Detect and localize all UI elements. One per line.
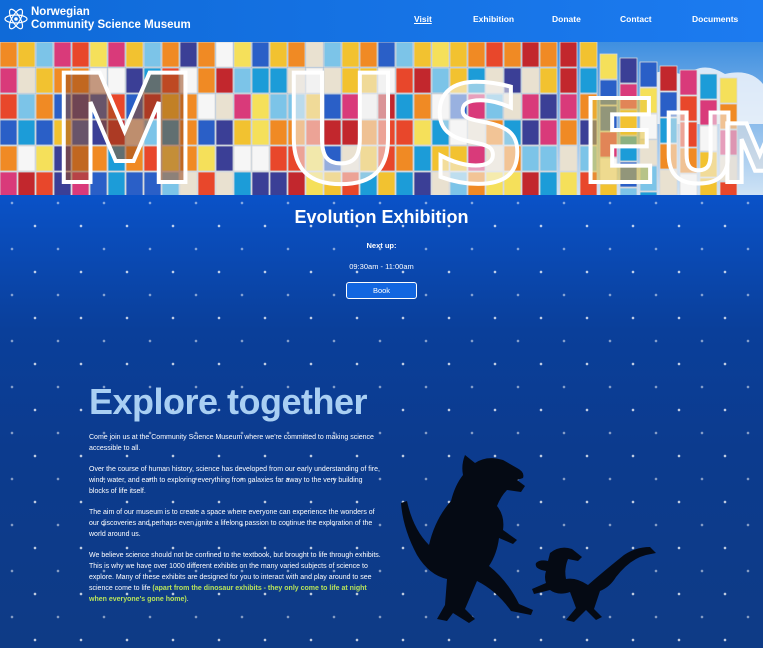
museum-sign-letter: E	[580, 76, 659, 195]
hero-museum-image: MUSEUM	[0, 42, 763, 195]
nav-link-contact[interactable]: Contact	[620, 14, 652, 24]
museum-sign-letter: U	[280, 44, 402, 195]
raptor-silhouette	[532, 547, 656, 622]
explore-paragraph-4: We believe science should not be confine…	[89, 550, 381, 605]
t-rex-silhouette	[401, 455, 533, 623]
nav-link-donate[interactable]: Donate	[552, 14, 581, 24]
museum-facade-illustration: M U S E UM	[0, 42, 763, 195]
exhibition-title: Evolution Exhibition	[294, 207, 469, 227]
museum-sign-letter: M	[720, 108, 763, 195]
explore-paragraph-1: Come join us at the Community Science Mu…	[89, 434, 374, 452]
explore-title: Explore together	[89, 381, 368, 422]
top-nav-bar: Norwegian Community Science Museum Visit…	[0, 0, 763, 43]
exhibition-time: 09:30am - 11:00am	[349, 262, 414, 271]
museum-sign-letter: M	[50, 44, 199, 195]
museum-sign-letter: S	[430, 57, 527, 195]
explore-paragraph-2: Over the course of human history, scienc…	[89, 466, 380, 495]
paragraph-4-end: .	[186, 596, 189, 603]
nav-link-visit[interactable]: Visit	[414, 14, 432, 24]
explore-paragraph-3: The aim of our museum is to create a spa…	[89, 509, 375, 538]
exhibition-section: Evolution Exhibition Next up: 09:30am - …	[0, 195, 763, 299]
explore-section: Explore together Come join us at the Com…	[89, 380, 389, 605]
nav-links: Visit Exhibition Donate Contact Document…	[0, 14, 763, 28]
next-up-label: Next up:	[366, 241, 397, 250]
dinosaur-silhouettes-illustration	[401, 455, 656, 623]
nav-link-documents[interactable]: Documents	[692, 14, 738, 24]
book-button[interactable]: Book	[346, 282, 417, 299]
nav-link-exhibition[interactable]: Exhibition	[473, 14, 514, 24]
